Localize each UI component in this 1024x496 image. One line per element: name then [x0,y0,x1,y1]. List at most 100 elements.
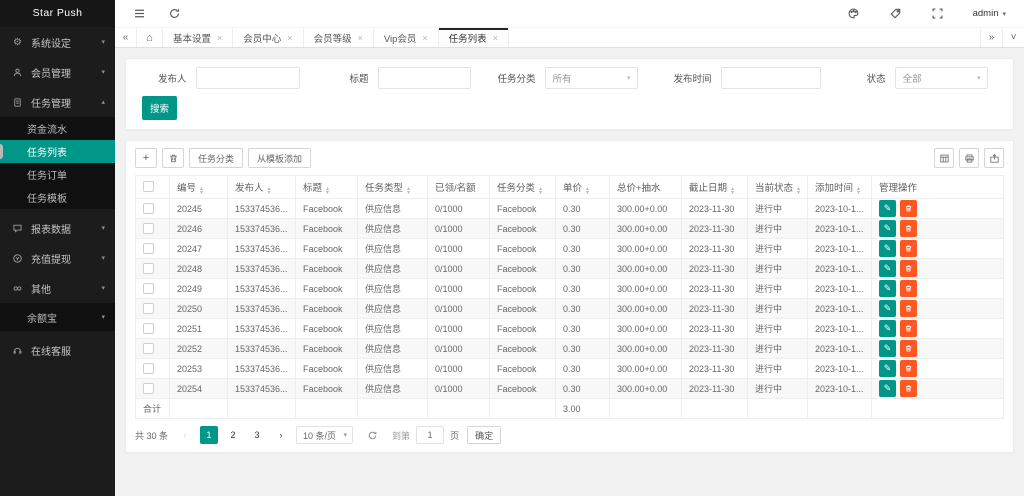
delete-button[interactable] [900,360,917,377]
tabs-scroll-right[interactable]: » [980,28,1002,47]
column-header[interactable]: 添加时间▴▾ [808,176,872,199]
delete-button[interactable] [900,380,917,397]
tab-vip-member[interactable]: Vip会员× [374,28,439,47]
publisher-input[interactable] [196,67,300,89]
search-button[interactable]: 搜索 [142,96,177,120]
export-button[interactable] [984,148,1004,168]
edit-button[interactable]: ✎ [879,280,896,297]
prev-page-button[interactable]: ‹ [176,426,194,444]
select-all-checkbox[interactable] [143,181,154,192]
column-header[interactable]: 截止日期▴▾ [682,176,748,199]
column-header[interactable]: 已领/名额 [428,176,490,199]
fullscreen-icon[interactable] [931,7,944,20]
edit-button[interactable]: ✎ [879,380,896,397]
tag-icon[interactable] [889,7,902,20]
edit-button[interactable]: ✎ [879,360,896,377]
close-icon[interactable]: × [422,33,427,43]
edit-button[interactable]: ✎ [879,340,896,357]
column-header[interactable]: 总价+抽水 [610,176,682,199]
batch-delete-button[interactable] [162,148,184,168]
filter-columns-button[interactable] [934,148,954,168]
sort-icons[interactable]: ▴▾ [268,187,271,195]
sidebar-item-system-settings[interactable]: ⚙ 系统设定 ▾ [0,27,115,57]
sort-icons[interactable]: ▴▾ [731,187,734,195]
sort-icons[interactable]: ▴▾ [407,187,410,195]
row-checkbox[interactable] [143,323,154,334]
tabs-scroll-left[interactable]: « [115,28,137,47]
close-icon[interactable]: × [358,33,363,43]
sort-icons[interactable]: ▴▾ [857,187,860,195]
column-header[interactable]: 单价▴▾ [556,176,610,199]
sidebar-item-yuebao[interactable]: 余额宝 ▾ [0,303,115,331]
sort-icons[interactable]: ▴▾ [200,187,203,195]
refresh-table-icon[interactable] [367,430,378,441]
page-button-3[interactable]: 3 [248,426,266,444]
close-icon[interactable]: × [217,33,222,43]
row-checkbox[interactable] [143,263,154,274]
column-header[interactable]: 管理操作 [872,176,1004,199]
sidebar-item-reports[interactable]: 报表数据 ▾ [0,213,115,243]
delete-button[interactable] [900,320,917,337]
sidebar-item-task-orders[interactable]: 任务订单 [0,163,115,186]
delete-button[interactable] [900,260,917,277]
tab-task-list[interactable]: 任务列表× [439,28,509,47]
column-header[interactable]: 标题▴▾ [296,176,358,199]
delete-button[interactable] [900,240,917,257]
row-checkbox[interactable] [143,303,154,314]
sidebar-item-task-templates[interactable]: 任务模板 [0,186,115,209]
column-header[interactable]: 编号▴▾ [170,176,228,199]
sort-icons[interactable]: ▴▾ [326,187,329,195]
task-category-button[interactable]: 任务分类 [189,148,243,168]
sidebar-item-online-service[interactable]: 在线客服 [0,335,115,365]
sidebar-item-tasks[interactable]: 任务管理 ▴ [0,87,115,117]
add-button[interactable]: + [135,148,157,168]
sidebar-item-members[interactable]: 会员管理 ▾ [0,57,115,87]
tab-member-center[interactable]: 会员中心× [233,28,303,47]
column-header[interactable]: 任务分类▴▾ [490,176,556,199]
sort-icons[interactable]: ▴▾ [797,187,800,195]
goto-confirm-button[interactable]: 确定 [467,426,501,444]
column-header[interactable]: 发布人▴▾ [228,176,296,199]
page-size-select[interactable]: 10 条/页 ▾ [296,426,353,444]
user-menu[interactable]: admin ▾ [973,8,1006,19]
sidebar-item-others[interactable]: 其他 ▾ [0,273,115,303]
row-checkbox[interactable] [143,383,154,394]
sort-icons[interactable]: ▴▾ [586,187,589,195]
delete-button[interactable] [900,340,917,357]
row-checkbox[interactable] [143,343,154,354]
edit-button[interactable]: ✎ [879,260,896,277]
publish-time-input[interactable] [721,67,821,89]
home-tab[interactable]: ⌂ [137,28,163,47]
close-icon[interactable]: × [287,33,292,43]
sidebar-item-fund-flow[interactable]: 资金流水 [0,117,115,140]
delete-button[interactable] [900,300,917,317]
row-checkbox[interactable] [143,203,154,214]
status-select[interactable]: 全部 ▾ [895,67,988,89]
tab-basic-settings[interactable]: 基本设置× [163,28,233,47]
collapse-menu-icon[interactable] [133,7,146,20]
row-checkbox[interactable] [143,363,154,374]
close-icon[interactable]: × [493,33,498,43]
column-header[interactable]: 当前状态▴▾ [748,176,808,199]
add-from-template-button[interactable]: 从模板添加 [248,148,311,168]
print-button[interactable] [959,148,979,168]
row-checkbox[interactable] [143,283,154,294]
row-checkbox[interactable] [143,243,154,254]
category-select[interactable]: 所有 ▾ [545,67,638,89]
row-checkbox[interactable] [143,223,154,234]
column-header[interactable]: 任务类型▴▾ [358,176,428,199]
title-input[interactable] [378,67,471,89]
tabs-menu-icon[interactable]: ˅ [1002,28,1024,47]
next-page-button[interactable]: › [272,426,290,444]
theme-palette-icon[interactable] [847,7,860,20]
edit-button[interactable]: ✎ [879,220,896,237]
delete-button[interactable] [900,280,917,297]
edit-button[interactable]: ✎ [879,200,896,217]
edit-button[interactable]: ✎ [879,300,896,317]
page-button-1[interactable]: 1 [200,426,218,444]
edit-button[interactable]: ✎ [879,320,896,337]
sort-icons[interactable]: ▴▾ [539,187,542,195]
delete-button[interactable] [900,200,917,217]
tab-member-level[interactable]: 会员等级× [304,28,374,47]
delete-button[interactable] [900,220,917,237]
